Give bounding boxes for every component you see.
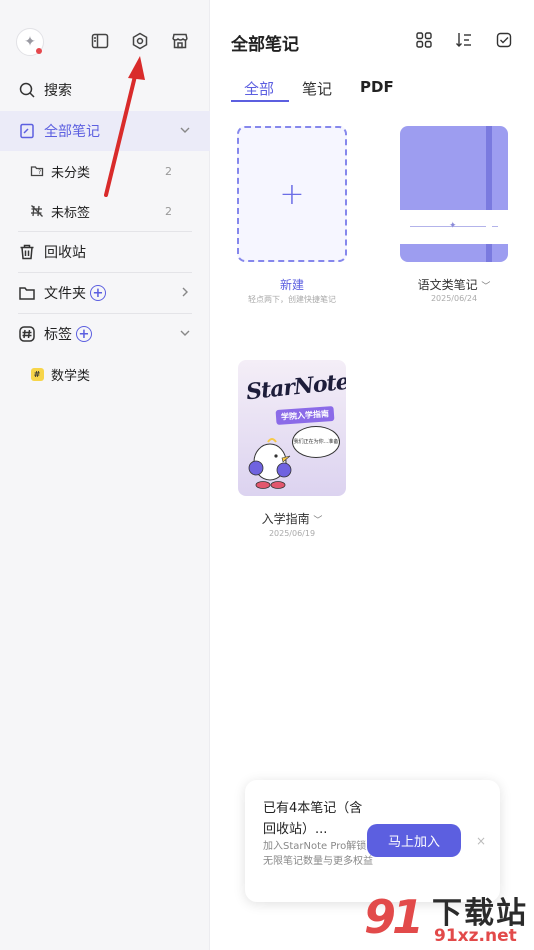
notebook-date: 2025/06/19 [268,529,316,538]
settings-hexagon-icon[interactable] [129,30,151,52]
notification-dot [36,48,42,54]
cover-banner: 学院入学指南 [275,405,335,426]
grid-view-icon[interactable] [415,31,435,51]
sidebar-item-label: 文件夹 [44,286,86,302]
svg-text:?: ? [38,169,41,176]
promo-title: 已有4本笔记（含回收站）... [263,801,363,837]
sidebar-item-label: 标签 [44,327,72,343]
add-folder-button[interactable]: + [90,285,106,301]
notebook-cover-guide[interactable]: StarNote 学院入学指南 我们正在为你...准备 [238,360,346,496]
chevron-right-icon[interactable] [178,285,192,299]
count-badge: 2 [165,204,172,218]
sparkle-icon: ✦ [24,34,36,50]
panel-toggle-icon[interactable] [89,30,111,52]
sidebar-item-search[interactable]: 搜索 [0,70,210,110]
add-tag-button[interactable]: + [76,326,92,342]
tab-pdf[interactable]: PDF [360,78,394,96]
sidebar-item-label: 未分类 [51,165,91,181]
sidebar-item-tags[interactable]: 标签 + [0,314,210,354]
folder-question-icon: ? [30,164,44,178]
notebook-cover-chinese[interactable]: ✦ [400,126,508,262]
tab-indicator [231,100,289,102]
chevron-down-icon[interactable] [178,123,192,137]
join-now-button[interactable]: 马上加入 [367,824,461,857]
trash-icon [18,243,36,261]
sidebar-item-all-notes[interactable]: 全部笔记 [0,111,210,151]
sidebar-item-tag-math[interactable]: # 数学类 [0,354,210,394]
notebook-date: 2025/06/24 [430,294,478,303]
sidebar-item-label: 回收站 [44,245,86,261]
tab-all[interactable]: 全部 [244,78,274,99]
chevron-down-icon[interactable] [178,326,192,340]
plus-icon: + [279,176,305,212]
new-note-label[interactable]: 新建 [227,276,357,293]
sparkle-icon: ✦ [449,221,457,231]
new-note-card[interactable]: + [237,126,347,262]
watermark-logo: 91 [364,890,424,944]
watermark-url: 91xz.net [434,926,517,946]
sidebar-item-label: 搜索 [44,83,72,99]
starnote-logo: StarNote [244,368,346,406]
chevron-down-icon[interactable]: ﹀ [313,516,322,526]
notebook-title[interactable]: 入学指南 ﹀ [227,510,357,527]
sidebar-item-label: 未标签 [51,205,91,221]
hash-icon [18,325,36,343]
close-icon[interactable]: × [474,834,488,848]
folder-icon [18,284,36,302]
store-icon[interactable] [169,30,191,52]
sidebar-item-folders[interactable]: 文件夹 + [0,273,210,313]
sidebar: ✦ 搜索 全部笔记 ? 未分类 2 未标签 2 回收站 文件夹 + 标签 + #… [0,0,210,950]
notebook-title[interactable]: 语文类笔记 ﹀ [389,276,519,293]
new-note-hint: 轻点两下，创建快捷笔记 [248,295,336,304]
speech-bubble: 我们正在为你...准备 [292,426,340,458]
tag-chip-icon: # [30,367,44,381]
chevron-down-icon[interactable]: ﹀ [481,282,490,292]
tab-notes[interactable]: 笔记 [302,78,332,99]
avatar[interactable]: ✦ [16,28,44,56]
mascot-illustration [248,438,292,489]
sidebar-item-trash[interactable]: 回收站 [0,232,210,272]
sidebar-item-label: 全部笔记 [44,124,100,140]
search-icon [18,81,36,99]
promo-description: 加入StarNote Pro解锁无限笔记数量与更多权益 [263,841,373,867]
select-check-icon[interactable] [495,31,515,51]
sidebar-item-untagged[interactable]: 未标签 2 [0,191,210,231]
sidebar-item-label: 数学类 [51,368,91,384]
page-title: 全部笔记 [231,35,299,55]
count-badge: 2 [165,164,172,178]
sort-icon[interactable] [455,31,475,51]
sidebar-toolbar: ✦ [0,0,210,80]
watermark: 91 下载站 91xz.net [360,884,534,950]
tag-off-icon [30,204,44,218]
notebook-icon [18,122,36,140]
sidebar-item-uncategorized[interactable]: ? 未分类 2 [0,151,210,191]
